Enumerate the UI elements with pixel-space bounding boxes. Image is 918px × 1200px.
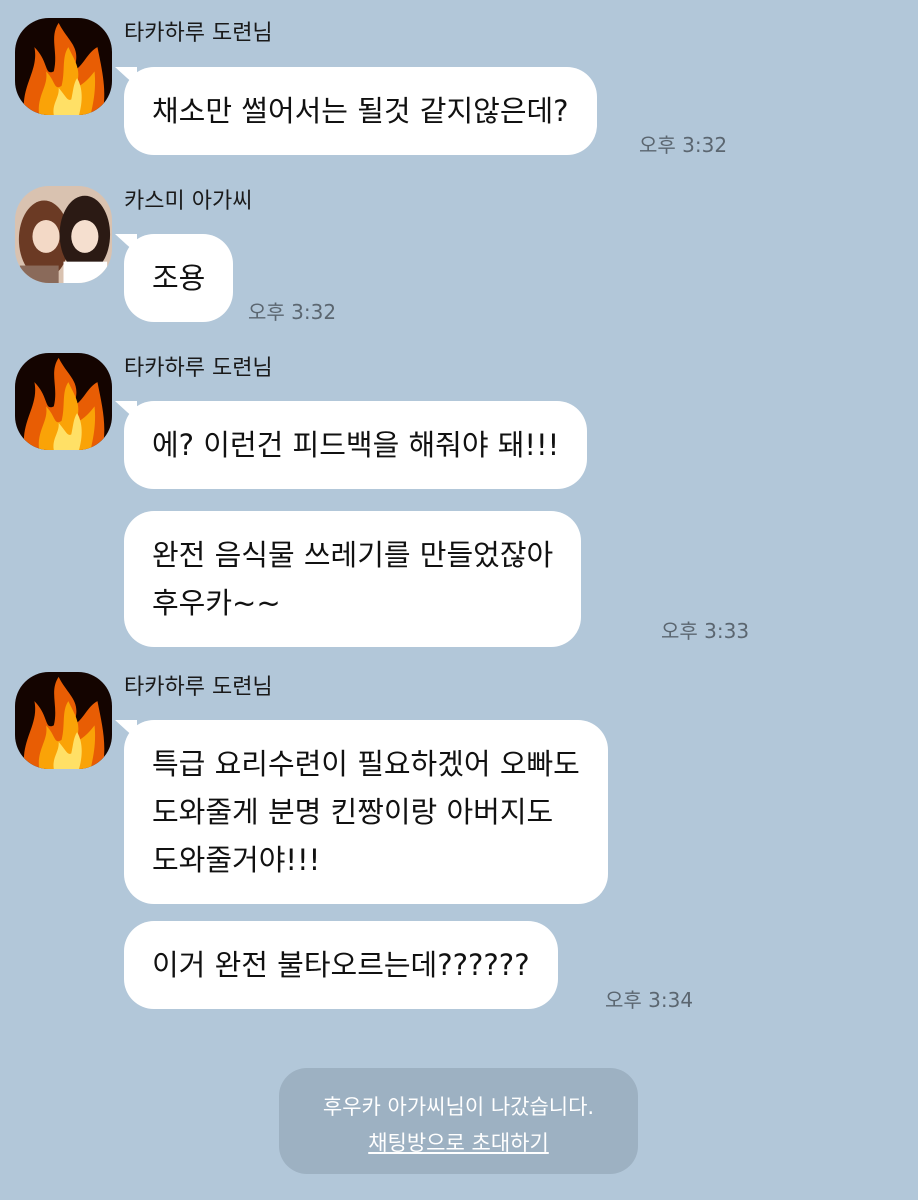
message-text-line: 후우카~~ (152, 586, 281, 620)
sender-name: 타카하루 도련님 (124, 675, 273, 700)
sender-name: 타카하루 도련님 (124, 21, 273, 46)
message-bubble[interactable]: 이거 완전 불타오르는데?????? (124, 921, 558, 1009)
photo-icon (15, 186, 112, 283)
message-bubble[interactable]: 완전 음식물 쓰레기를 만들었잖아 후우카~~ (124, 511, 582, 647)
message-bubble[interactable]: 에? 이런건 피드백을 해줘야 돼!!! (114, 401, 588, 489)
fire-avatar[interactable] (15, 18, 112, 115)
message-bubble[interactable]: 특급 요리수련이 필요하겠어 오빠도 도와줄게 분명 킨짱이랑 아버지도 도와줄… (115, 720, 608, 904)
message-time: 오후 3:33 (661, 619, 750, 643)
invite-to-chat-link[interactable]: 채팅방으로 초대하기 (368, 1128, 549, 1158)
message-text: 조용 (152, 261, 206, 295)
photo-avatar[interactable] (15, 186, 112, 283)
message-bubble[interactable]: 채소만 썰어서는 될것 같지않은데? (115, 67, 597, 155)
message-text-line: 도와줄거야!!! (152, 843, 321, 877)
fire-icon (15, 353, 112, 450)
fire-icon (15, 18, 112, 115)
message-text: 채소만 썰어서는 될것 같지않은데? (152, 94, 569, 128)
sender-name: 카스미 아가씨 (124, 189, 253, 214)
fire-avatar[interactable] (15, 672, 112, 769)
message-text: 이거 완전 불타오르는데?????? (152, 948, 530, 982)
message-bubble[interactable]: 조용 (114, 234, 234, 322)
sender-name: 타카하루 도련님 (124, 356, 273, 381)
system-notice: 후우카 아가씨님이 나갔습니다. 채팅방으로 초대하기 (279, 1068, 638, 1174)
message-text-line: 특급 요리수련이 필요하겠어 오빠도 (152, 747, 580, 781)
fire-icon (15, 672, 112, 769)
message-text-line: 완전 음식물 쓰레기를 만들었잖아 (152, 538, 554, 572)
message-time: 오후 3:32 (639, 133, 728, 157)
message-text: 에? 이런건 피드백을 해줘야 돼!!! (152, 428, 560, 462)
fire-avatar[interactable] (15, 353, 112, 450)
left-chat-notice-text: 후우카 아가씨님이 나갔습니다. (322, 1095, 595, 1119)
message-time: 오후 3:32 (248, 300, 337, 324)
message-time: 오후 3:34 (605, 988, 694, 1012)
message-text-line: 도와줄게 분명 킨짱이랑 아버지도 (152, 795, 554, 829)
